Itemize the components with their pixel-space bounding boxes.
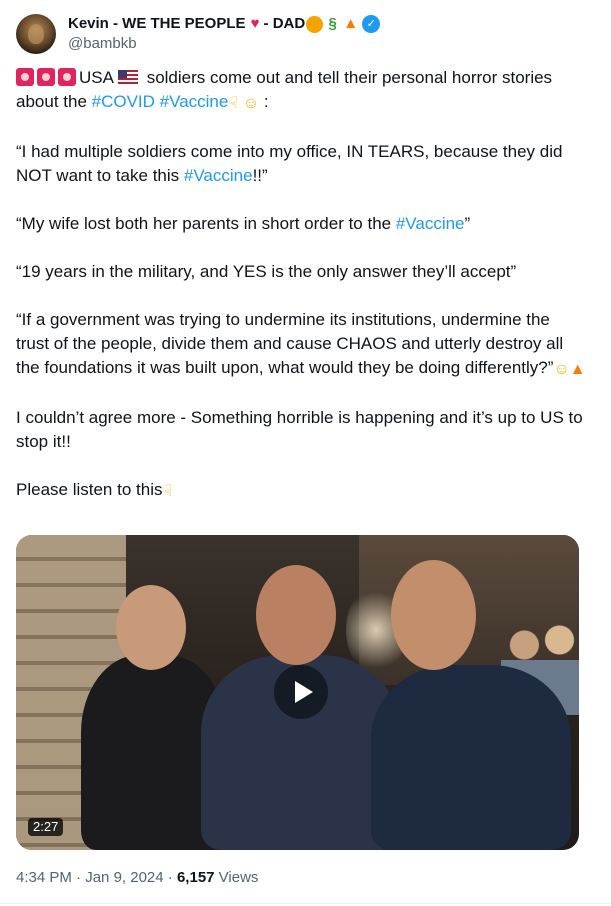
display-name-suffix[interactable]: - DAD (264, 14, 306, 34)
siren-icon (58, 68, 76, 86)
tweet-time[interactable]: 4:34 PM (16, 869, 72, 886)
hashtag-vaccine-link[interactable]: #Vaccine (184, 166, 253, 185)
dragon-icon: § (328, 15, 337, 32)
quote-3: “19 years in the military, and YES is th… (16, 262, 517, 281)
video-frame-person-left-head (116, 585, 186, 670)
verified-badge-icon[interactable]: ✓ (362, 15, 381, 33)
agree-paragraph: I couldn’t agree more - Something horrib… (16, 408, 583, 451)
divider (0, 903, 611, 904)
listen-text: Please listen to this (16, 480, 163, 499)
quote-4: “If a government was trying to undermine… (16, 308, 586, 382)
heart-icon: ♥ (250, 15, 260, 32)
author-handle[interactable]: @bambkb (68, 34, 380, 54)
tweet-header: Kevin - WE THE PEOPLE ♥ - DAD § ▲ ✓ @bam… (16, 12, 381, 56)
quote-1-end: !!” (252, 166, 268, 185)
quote-1: “I had multiple soldiers come into my of… (16, 140, 586, 188)
hashtag-vaccine-link[interactable]: #Vaccine (160, 92, 229, 111)
lion-icon (306, 15, 324, 33)
us-flag-icon (117, 70, 138, 84)
intro-end: : (259, 92, 269, 111)
meta-separator: · (163, 869, 177, 886)
quote-1-text: “I had multiple soldiers come into my of… (16, 142, 563, 185)
video-player[interactable]: 2:27 (16, 535, 579, 850)
tweet-text: USA soldiers come out and tell their per… (16, 66, 586, 528)
views-label: Views (214, 869, 259, 886)
tweet-meta: 4:34 PM · Jan 9, 2024 · 6,157 Views (16, 868, 258, 888)
video-frame-person-center-head (256, 565, 336, 665)
siren-icon (37, 68, 55, 86)
video-frame-person-right-head (391, 560, 476, 670)
pointing-down-icon: ☟ (228, 95, 239, 112)
meta-separator: · (71, 869, 86, 886)
video-frame-person-right (371, 665, 571, 850)
tweet-date[interactable]: Jan 9, 2024 (85, 869, 163, 886)
hashtag-covid-link[interactable]: #COVID (92, 92, 155, 111)
fire-icon: ▲ (343, 15, 359, 32)
play-button[interactable] (274, 665, 328, 719)
hashtag-vaccine-link[interactable]: #Vaccine (396, 214, 465, 233)
tweet-intro: USA soldiers come out and tell their per… (16, 66, 586, 116)
quote-2-text: “My wife lost both her parents in short … (16, 214, 396, 233)
display-name-row[interactable]: Kevin - WE THE PEOPLE ♥ - DAD § ▲ ✓ (68, 14, 381, 34)
video-duration: 2:27 (28, 818, 64, 836)
play-icon (294, 681, 313, 703)
avatar[interactable] (16, 14, 56, 54)
quote-2-end: ” (464, 214, 471, 233)
intro-usa: USA (79, 68, 114, 87)
flushed-face-icon: ☺ (553, 361, 570, 378)
display-name[interactable]: Kevin - WE THE PEOPLE (68, 14, 246, 34)
listen-paragraph: Please listen to this☟ (16, 478, 586, 504)
pointing-down-icon: ☟ (162, 483, 173, 500)
fire-icon: ▲ (569, 361, 586, 378)
quote-4-text: “If a government was trying to undermine… (16, 310, 564, 377)
flushed-face-icon: ☺ (242, 95, 260, 112)
quote-2: “My wife lost both her parents in short … (16, 212, 586, 236)
views-count: 6,157 (176, 869, 215, 886)
author-names: Kevin - WE THE PEOPLE ♥ - DAD § ▲ ✓ @bam… (68, 14, 381, 54)
siren-icon (16, 68, 34, 86)
